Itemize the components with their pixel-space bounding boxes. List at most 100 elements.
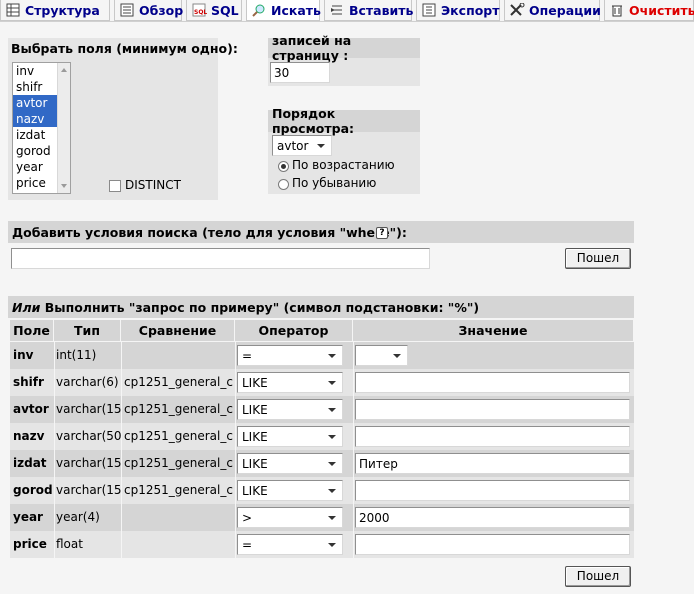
table-row: shifr varchar(6) cp1251_general_ci LIKE (10, 369, 634, 396)
row-collation (124, 504, 234, 531)
tab-export-label: Экспорт (441, 2, 500, 18)
col-header-type: Тип (54, 320, 121, 341)
tab-browse-label: Обзор (139, 2, 184, 18)
scroll-down-icon[interactable] (61, 184, 67, 188)
row-type: varchar(6) (56, 375, 119, 389)
value-input[interactable]: 2000 (355, 507, 630, 528)
svg-text:SQL: SQL (194, 9, 207, 16)
scroll-up-icon[interactable] (61, 68, 67, 72)
where-label: Добавить условия поиска (тело для услови… (12, 224, 407, 240)
row-collation: cp1251_general_ci (124, 402, 234, 416)
where-go-button[interactable]: Пошел (565, 248, 631, 269)
col-header-value: Значение (353, 320, 634, 341)
help-icon[interactable]: ? (376, 227, 388, 239)
row-type: varchar(50) (56, 429, 121, 443)
value-input[interactable] (355, 480, 630, 501)
order-field-value: avtor (277, 139, 309, 153)
table-row: inv int(11) = (10, 342, 634, 369)
chevron-down-icon (328, 381, 336, 385)
search-icon (252, 4, 265, 17)
table-row: year year(4) >2000 (10, 504, 634, 531)
row-field-name: avtor (13, 402, 49, 416)
fields-select-label: Выбрать поля (минимум одно): (11, 41, 238, 56)
row-collation: cp1251_general_ci (124, 456, 234, 470)
value-input[interactable] (355, 534, 630, 555)
operator-select[interactable]: = (237, 534, 343, 555)
per-page-label: записей на страницу : (268, 33, 420, 63)
table-row: nazv varchar(50) cp1251_general_ci LIKE (10, 423, 634, 450)
row-collation: cp1251_general_ci (124, 375, 234, 389)
operator-value: > (242, 511, 253, 525)
order-label: Порядок просмотра: (268, 106, 420, 136)
row-type: float (56, 537, 83, 551)
row-field-name: nazv (13, 429, 45, 443)
operator-value: LIKE (242, 484, 268, 498)
chevron-down-icon (328, 354, 336, 358)
col-header-operator: Оператор (235, 320, 353, 341)
operator-select[interactable]: LIKE (237, 372, 343, 393)
operator-select[interactable]: > (237, 507, 343, 528)
tab-structure[interactable]: Структура (0, 0, 110, 21)
export-icon (422, 3, 436, 17)
table-row: price float = (10, 531, 634, 558)
order-desc-radio[interactable] (278, 179, 289, 190)
value-input[interactable] (355, 372, 630, 393)
operator-value: = (242, 538, 253, 552)
chevron-down-icon (328, 408, 336, 412)
row-collation: cp1251_general_ci (124, 483, 234, 497)
tab-insert-label: Вставить (349, 2, 414, 18)
empty-icon (612, 5, 622, 17)
row-field-name: price (13, 537, 47, 551)
order-desc-label: По убыванию (292, 176, 377, 190)
chevron-down-icon (328, 435, 336, 439)
fields-listbox[interactable]: inv shifr avtor nazv izdat gorod year pr… (12, 62, 71, 194)
row-type: varchar(15) (56, 483, 121, 497)
tab-structure-label: Структура (25, 2, 100, 18)
col-header-field: Поле (10, 320, 54, 341)
operator-select[interactable]: LIKE (237, 399, 343, 420)
row-type: year(4) (56, 510, 100, 524)
tab-sql[interactable]: SQL SQL (186, 0, 242, 21)
distinct-checkbox[interactable] (109, 180, 121, 192)
order-field-select[interactable]: avtor (272, 135, 332, 156)
row-field-name: gorod (13, 483, 53, 497)
operator-value: LIKE (242, 457, 268, 471)
row-collation (124, 531, 234, 558)
operator-select[interactable]: LIKE (237, 426, 343, 447)
operator-select[interactable]: LIKE (237, 453, 343, 474)
qbe-label-em: Или (12, 299, 41, 315)
order-asc-radio[interactable] (278, 161, 289, 172)
qbe-go-button[interactable]: Пошел (565, 566, 631, 587)
value-select[interactable] (355, 345, 408, 366)
browse-icon (120, 3, 134, 17)
operations-icon (510, 3, 525, 16)
operator-select[interactable]: = (237, 345, 343, 366)
value-input[interactable]: Питер (355, 453, 630, 474)
per-page-input[interactable]: 30 (270, 62, 330, 83)
tab-insert[interactable]: Вставить (324, 0, 414, 21)
listbox-scrollbar[interactable] (57, 63, 70, 193)
row-type: int(11) (56, 348, 97, 362)
operator-value: LIKE (242, 430, 268, 444)
qbe-label: Выполнить "запрос по примеру" (символ по… (40, 299, 480, 315)
value-input[interactable] (355, 426, 630, 447)
insert-icon (331, 5, 342, 15)
operator-select[interactable]: LIKE (237, 480, 343, 501)
tab-operations[interactable]: Операции (504, 0, 601, 21)
sql-icon: SQL (192, 3, 207, 17)
where-input[interactable] (11, 248, 430, 269)
chevron-down-icon (393, 354, 401, 358)
tab-empty[interactable]: Очистить (604, 0, 694, 21)
tab-sql-label: SQL (211, 2, 239, 18)
tab-search[interactable]: Искать (246, 0, 321, 21)
chevron-down-icon (328, 543, 336, 547)
tab-browse[interactable]: Обзор (114, 0, 184, 21)
chevron-down-icon (317, 144, 325, 148)
tab-bar: Структура Обзор SQL SQL Искать Вставить … (0, 0, 694, 22)
value-input[interactable] (355, 399, 630, 420)
tab-export[interactable]: Экспорт (416, 0, 500, 21)
qbe-header: Или Выполнить "запрос по примеру" (симво… (8, 296, 634, 318)
col-header-collation: Сравнение (121, 320, 235, 341)
table-row: izdat varchar(15) cp1251_general_ci LIKE Пит… (10, 450, 634, 477)
chevron-down-icon (328, 516, 336, 520)
